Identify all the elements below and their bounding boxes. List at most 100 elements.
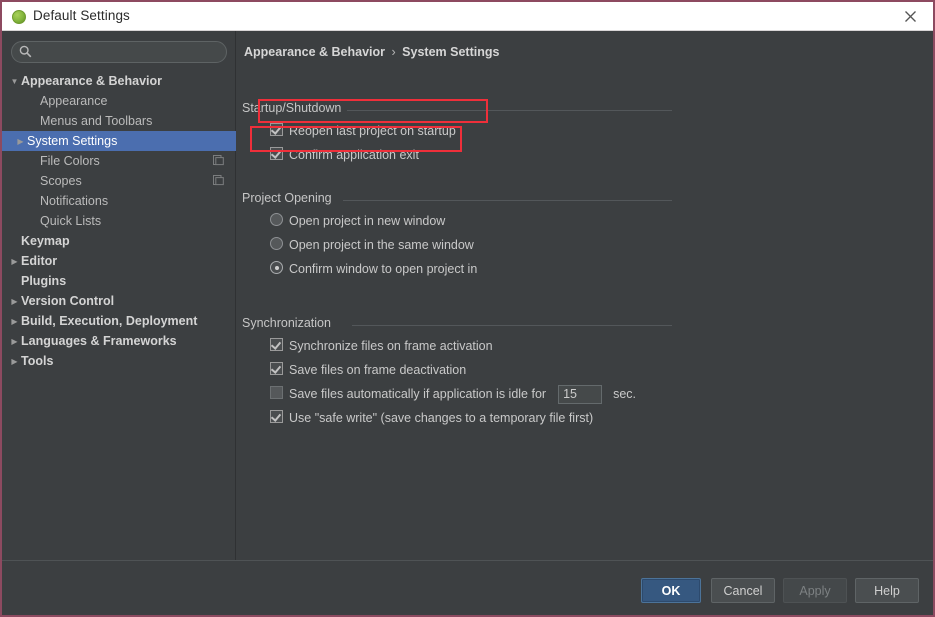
option-label: Use "safe write" (save changes to a temp… (270, 411, 593, 425)
sidebar-item-plugins[interactable]: Plugins (2, 271, 236, 291)
chevron-right-icon[interactable]: ▶ (8, 317, 21, 326)
sidebar-item-label: Plugins (21, 274, 66, 288)
sidebar-item-label: Notifications (40, 194, 108, 208)
sidebar-item-label: Tools (21, 354, 53, 368)
chevron-down-icon[interactable]: ▼ (8, 77, 21, 86)
option-label: Save files automatically if application … (270, 387, 546, 401)
option-label: Confirm window to open project in (270, 262, 477, 276)
sidebar-item-label: Appearance (40, 94, 107, 108)
section-startup-shutdown: Startup/Shutdown Reopen last project on s… (242, 101, 672, 167)
section-title: Synchronization (242, 316, 672, 334)
sidebar-item-label: Languages & Frameworks (21, 334, 177, 348)
checkbox-row[interactable]: Save files on frame deactivation (242, 358, 672, 382)
checkbox-checked[interactable] (270, 147, 283, 160)
chevron-right-icon[interactable]: ▶ (8, 297, 21, 306)
settings-content-panel: Appearance & Behavior › System Settings … (237, 31, 933, 560)
sidebar-item-appearance-behavior[interactable]: ▼Appearance & Behavior (2, 71, 236, 91)
radio-row[interactable]: Open project in new window (242, 209, 672, 233)
settings-dialog-window: Default Settings ▼Appearance & BehaviorA… (0, 0, 935, 617)
sidebar-item-label: Version Control (21, 294, 114, 308)
unit-label: sec. (602, 387, 636, 401)
sidebar-item-languages-frameworks[interactable]: ▶Languages & Frameworks (2, 331, 236, 351)
window-title: Default Settings (33, 8, 130, 23)
checkbox-row[interactable]: Synchronize files on frame activation (242, 334, 672, 358)
sidebar-item-build-execution-deployment[interactable]: ▶Build, Execution, Deployment (2, 311, 236, 331)
checkbox-checked[interactable] (270, 338, 283, 351)
cancel-button[interactable]: Cancel (711, 578, 775, 603)
breadcrumb-leaf: System Settings (402, 45, 499, 59)
sidebar-item-scopes[interactable]: Scopes (2, 171, 236, 191)
sidebar-item-label: File Colors (40, 154, 100, 168)
radio-button-selected[interactable] (270, 261, 283, 274)
copy-badge-icon (213, 155, 224, 166)
chevron-right-icon[interactable]: ▶ (8, 357, 21, 366)
settings-sidebar: ▼Appearance & Behavior Appearance Menus an… (2, 31, 236, 560)
sidebar-item-label: Scopes (40, 174, 82, 188)
checkbox-row[interactable]: Use "safe write" (save changes to a temp… (242, 406, 672, 430)
sidebar-item-editor[interactable]: ▶Editor (2, 251, 236, 271)
sidebar-item-quick-lists[interactable]: Quick Lists (2, 211, 236, 231)
radio-button[interactable] (270, 237, 283, 250)
section-title-text: Project Opening (242, 191, 332, 205)
apply-button: Apply (783, 578, 847, 603)
option-label: Save files on frame deactivation (270, 363, 466, 377)
section-project-opening: Project Opening Open project in new windo… (242, 191, 672, 281)
ok-button[interactable]: OK (641, 578, 701, 603)
radio-row[interactable]: Open project in the same window (242, 233, 672, 257)
search-field-wrapper (11, 41, 227, 63)
sidebar-item-file-colors[interactable]: File Colors (2, 151, 236, 171)
sidebar-item-keymap[interactable]: Keymap (2, 231, 236, 251)
checkbox-row[interactable]: Reopen last project on startup (242, 119, 672, 143)
title-bar: Default Settings (2, 2, 933, 31)
sidebar-item-label: Quick Lists (40, 214, 101, 228)
breadcrumb-separator: › (389, 45, 399, 59)
sidebar-item-appearance[interactable]: Appearance (2, 91, 236, 111)
sidebar-item-menus-and-toolbars[interactable]: Menus and Toolbars (2, 111, 236, 131)
sidebar-item-label: Editor (21, 254, 57, 268)
checkbox-unchecked[interactable] (270, 386, 283, 399)
section-synchronization: Synchronization Synchronize files on fram… (242, 316, 672, 430)
checkbox-checked[interactable] (270, 362, 283, 375)
section-title-text: Synchronization (242, 316, 331, 330)
checkbox-checked[interactable] (270, 410, 283, 423)
help-button[interactable]: Help (855, 578, 919, 603)
option-label: Confirm application exit (270, 148, 419, 162)
option-label: Open project in the same window (270, 238, 474, 252)
chevron-right-icon[interactable]: ▶ (8, 337, 21, 346)
checkbox-row[interactable]: Save files automatically if application … (242, 382, 672, 406)
close-button[interactable] (887, 2, 933, 30)
section-title: Project Opening (242, 191, 672, 209)
chevron-right-icon[interactable]: ▶ (14, 137, 27, 146)
option-label: Synchronize files on frame activation (270, 339, 493, 353)
option-label: Reopen last project on startup (270, 124, 456, 138)
settings-tree: ▼Appearance & Behavior Appearance Menus an… (2, 71, 236, 371)
section-divider (347, 110, 672, 111)
close-icon (904, 10, 917, 23)
chevron-right-icon[interactable]: ▶ (8, 257, 21, 266)
breadcrumb-root[interactable]: Appearance & Behavior (244, 45, 385, 59)
pycharm-green-icon (12, 10, 26, 24)
sidebar-item-label: Keymap (21, 234, 70, 248)
radio-row[interactable]: Confirm window to open project in (242, 257, 672, 281)
section-divider (352, 325, 672, 326)
sidebar-item-label: System Settings (27, 134, 117, 148)
sidebar-item-label: Build, Execution, Deployment (21, 314, 197, 328)
sidebar-item-label: Menus and Toolbars (40, 114, 152, 128)
sidebar-item-notifications[interactable]: Notifications (2, 191, 236, 211)
checkbox-row[interactable]: Confirm application exit (242, 143, 672, 167)
section-title-text: Startup/Shutdown (242, 101, 341, 115)
idle-seconds-input[interactable] (558, 385, 602, 404)
radio-button[interactable] (270, 213, 283, 226)
sidebar-item-label: Appearance & Behavior (21, 74, 162, 88)
section-title: Startup/Shutdown (242, 101, 672, 119)
copy-badge-icon (213, 175, 224, 186)
sidebar-item-version-control[interactable]: ▶Version Control (2, 291, 236, 311)
dialog-button-bar: OK Cancel Apply Help (2, 560, 933, 615)
option-label: Open project in new window (270, 214, 445, 228)
search-input[interactable] (11, 41, 227, 63)
sidebar-item-tools[interactable]: ▶Tools (2, 351, 236, 371)
checkbox-checked[interactable] (270, 123, 283, 136)
section-divider (343, 200, 672, 201)
sidebar-item-system-settings[interactable]: ▶System Settings (2, 131, 236, 151)
breadcrumb: Appearance & Behavior › System Settings (244, 45, 499, 59)
